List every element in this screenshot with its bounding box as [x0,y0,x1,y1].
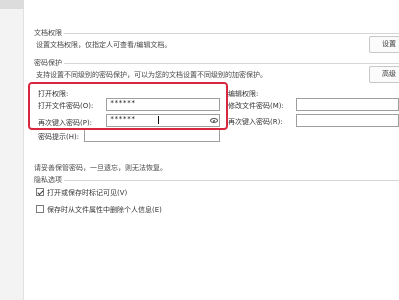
doc-permissions-description: 设置文档权限，仅指定人可查看/编辑文档。 [36,41,172,49]
left-nav-panel [0,0,24,300]
highlight-box [28,82,228,130]
remove-personal-info-checkbox[interactable] [36,205,44,213]
privacy-title: 隐私选项 [34,176,62,184]
password-protection-divider [64,63,399,64]
password-protection-title: 密码保护 [34,59,62,67]
mark-visible-checkbox[interactable] [36,188,44,196]
edit-password-input[interactable] [296,98,399,111]
doc-permissions-title: 文档权限 [34,29,62,37]
privacy-divider [64,180,399,181]
doc-permissions-settings-button[interactable]: 设置 [369,36,399,53]
advanced-button[interactable]: 高级 [369,66,399,83]
remove-personal-info-label: 保存时从文件属性中删除个人信息(E) [47,206,162,214]
edit-confirm-label: 再次键入密码(R): [228,118,283,126]
left-nav-selected-item[interactable] [0,0,24,9]
edit-password-label: 修改文件密码(M): [228,102,284,110]
password-warning: 请妥善保管密码，一旦遗忘，则无法恢复。 [34,164,167,172]
edit-confirm-input[interactable] [296,114,399,127]
doc-permissions-divider [64,33,399,34]
password-protection-description: 支持设置不同级别的密码保护，可以为您的文档设置不同级别的加密保护。 [36,71,267,79]
password-hint-input[interactable] [84,129,220,142]
mark-visible-label: 打开或保存时标记可见(V) [47,189,128,197]
edit-permission-title: 编辑权限: [228,90,259,98]
password-hint-label: 密码提示(H): [38,133,80,141]
